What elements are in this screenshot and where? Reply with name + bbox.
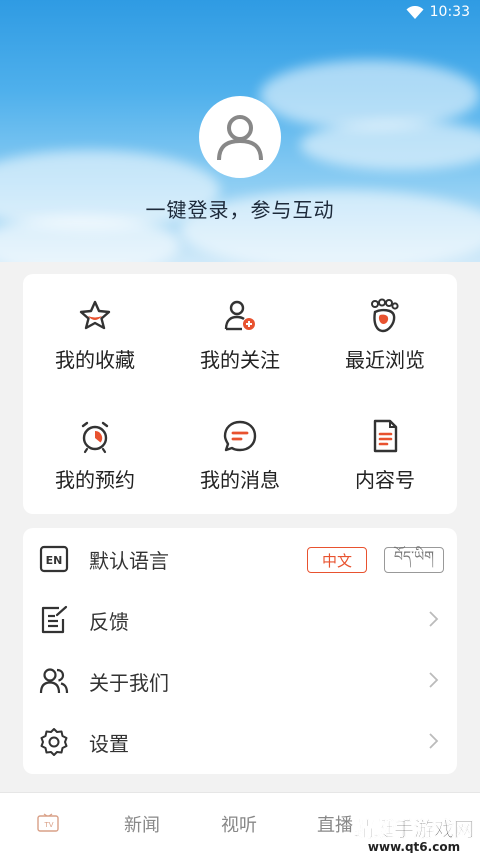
- settings-label: 设置: [89, 732, 129, 756]
- about-label: 关于我们: [89, 671, 169, 695]
- star-icon: [79, 300, 111, 330]
- document-icon: [373, 419, 398, 453]
- shortcut-grid: 我的收藏 我的关注 最近浏览 我的预约 我的消息 内容号: [23, 274, 457, 514]
- about-row[interactable]: 关于我们: [23, 651, 457, 711]
- messages-label: 我的消息: [200, 468, 280, 492]
- status-bar: 10:33: [0, 0, 480, 28]
- recent-label: 最近浏览: [345, 348, 425, 372]
- feedback-label: 反馈: [89, 610, 129, 634]
- user-add-icon: [224, 300, 255, 331]
- wifi-icon: [406, 6, 424, 19]
- watermark: 蜻蜓手游戏网 www.qt6.com: [354, 817, 475, 853]
- settings-list: EN 默认语言 中文 བོད་ཡིག 反馈 关于我们 设置: [23, 528, 457, 774]
- message-icon: [223, 420, 257, 452]
- chevron-right-icon: [429, 672, 439, 688]
- tab-news[interactable]: 新闻: [124, 811, 160, 837]
- chevron-right-icon: [429, 611, 439, 627]
- tab-live[interactable]: 直播: [317, 811, 353, 837]
- users-icon: [39, 668, 69, 694]
- reservation-item[interactable]: 我的预约: [23, 398, 167, 508]
- language-en-icon: EN: [39, 545, 69, 573]
- watermark-title: 蜻蜓手游戏网: [354, 817, 475, 841]
- avatar[interactable]: [199, 96, 281, 178]
- login-prompt[interactable]: 一键登录，参与互动: [0, 194, 480, 223]
- recent-item[interactable]: 最近浏览: [313, 278, 457, 388]
- language-option-tibetan[interactable]: བོད་ཡིག: [384, 547, 444, 573]
- tab-av[interactable]: 视听: [221, 811, 257, 837]
- language-option-chinese[interactable]: 中文: [307, 547, 367, 573]
- gear-icon: [40, 728, 68, 756]
- reservation-label: 我的预约: [55, 468, 135, 492]
- alarm-clock-icon: [81, 421, 109, 454]
- feedback-row[interactable]: 反馈: [23, 590, 457, 650]
- edit-note-icon: [41, 605, 68, 634]
- watermark-url: www.qt6.com: [367, 840, 461, 853]
- settings-row[interactable]: 设置: [23, 712, 457, 772]
- favorites-item[interactable]: 我的收藏: [23, 278, 167, 388]
- content-account-label: 内容号: [355, 468, 415, 492]
- profile-header: 10:33 一键登录，参与互动: [0, 0, 480, 262]
- content-account-item[interactable]: 内容号: [313, 398, 457, 508]
- following-label: 我的关注: [200, 348, 280, 372]
- messages-item[interactable]: 我的消息: [168, 398, 312, 508]
- user-icon: [217, 115, 263, 161]
- language-label: 默认语言: [89, 549, 169, 573]
- status-time: 10:33: [429, 4, 470, 20]
- bottom-navigation: TV 新闻 视听 直播 蜻蜓手游戏网 www.qt6.com: [0, 792, 480, 853]
- following-item[interactable]: 我的关注: [168, 278, 312, 388]
- svg-text:EN: EN: [46, 554, 63, 567]
- footprint-icon: [371, 298, 399, 333]
- tv-label: TV: [43, 821, 53, 829]
- chevron-right-icon: [429, 733, 439, 749]
- favorites-label: 我的收藏: [55, 348, 135, 372]
- tv-icon: TV: [37, 813, 59, 832]
- language-row: EN 默认语言 中文 བོད་ཡིག: [23, 529, 457, 589]
- tab-tv[interactable]: TV: [37, 813, 59, 833]
